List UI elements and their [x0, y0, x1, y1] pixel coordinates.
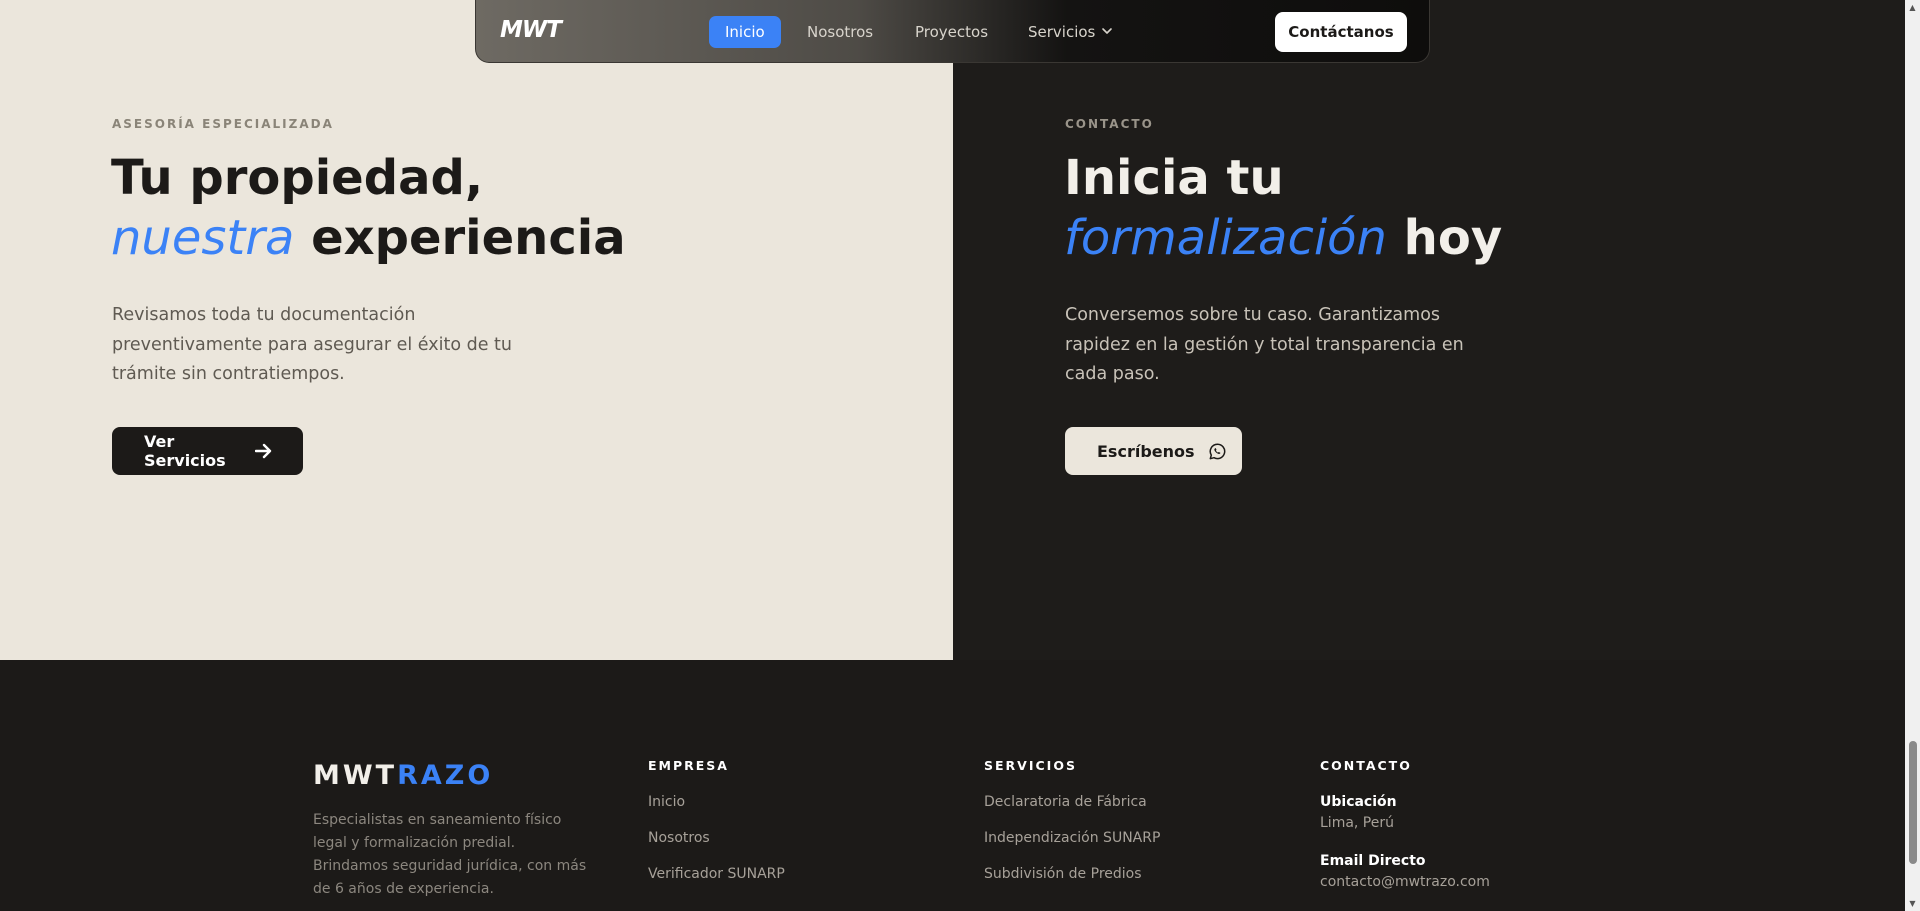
brand-logo[interactable]: MWT [500, 17, 562, 43]
whatsapp-icon [1209, 442, 1226, 460]
view-services-button[interactable]: Ver Servicios [112, 427, 303, 475]
arrow-right-icon [255, 443, 273, 459]
services-eyebrow: ASESORÍA ESPECIALIZADA [112, 117, 334, 131]
scroll-down-icon[interactable]: ▼ [1905, 896, 1920, 911]
view-services-label: Ver Servicios [144, 432, 226, 470]
nav-link-proyectos[interactable]: Proyectos [915, 16, 988, 48]
services-description: Revisamos toda tu documentación preventi… [112, 305, 512, 384]
footer-contacto-title: CONTACTO [1320, 758, 1412, 773]
contact-us-button[interactable]: Contáctanos [1275, 12, 1407, 52]
footer-empresa-column: EMPRESA Inicio Nosotros Verificador SUNA… [648, 758, 785, 902]
nav-link-servicios-label: Servicios [1028, 23, 1096, 41]
footer-link-declaratoria[interactable]: Declaratoria de Fábrica [984, 794, 1160, 830]
footer-description: Especialistas en saneamiento físico lega… [313, 812, 587, 897]
write-us-button[interactable]: Escríbenos [1065, 427, 1242, 475]
footer-link-nosotros[interactable]: Nosotros [648, 830, 785, 866]
scrollbar-thumb[interactable] [1909, 741, 1917, 864]
services-headline-line2: nuestra experiencia [111, 208, 626, 268]
services-headline: Tu propiedad, nuestra experiencia [111, 148, 626, 268]
services-headline-accent: nuestra [111, 210, 295, 266]
footer-link-verificador[interactable]: Verificador SUNARP [648, 866, 785, 902]
scroll-up-icon[interactable]: ▲ [1905, 0, 1920, 15]
write-us-label: Escríbenos [1097, 441, 1195, 461]
nav-link-nosotros[interactable]: Nosotros [807, 16, 873, 48]
footer-location-label: Ubicación [1320, 794, 1397, 810]
footer-contacto-column: CONTACTO Ubicación Lima, Perú Email Dire… [1320, 758, 1490, 911]
footer-email-label: Email Directo [1320, 853, 1426, 869]
contact-headline-line1: Inicia tu [1064, 150, 1284, 206]
contact-panel: CONTACTO Inicia tu formalización hoy Con… [953, 0, 1905, 660]
nav-link-servicios[interactable]: Servicios [1028, 16, 1113, 48]
services-panel: ASESORÍA ESPECIALIZADA Tu propiedad, nue… [0, 0, 953, 660]
services-headline-line1: Tu propiedad, [111, 150, 484, 206]
footer-servicios-title: SERVICIOS [984, 758, 1077, 773]
top-navbar: MWT Inicio Nosotros Proyectos Servicios … [475, 0, 1430, 63]
contact-headline-accent: formalización [1064, 210, 1387, 266]
page-scrollbar[interactable]: ▲ ▼ [1905, 0, 1920, 911]
footer-empresa-title: EMPRESA [648, 758, 729, 773]
chevron-down-icon [1101, 23, 1113, 41]
footer-link-subdivision[interactable]: Subdivisión de Predios [984, 866, 1160, 902]
footer-link-independizacion[interactable]: Independización SUNARP [984, 830, 1160, 866]
services-headline-rest: experiencia [294, 210, 626, 266]
contact-headline: Inicia tu formalización hoy [1064, 148, 1502, 268]
contact-description: Conversemos sobre tu caso. Garantizamos … [1065, 305, 1464, 384]
footer-location-value: Lima, Perú [1320, 815, 1394, 831]
contact-headline-line2: formalización hoy [1064, 208, 1502, 268]
footer-link-inicio[interactable]: Inicio [648, 794, 785, 830]
hero-section: ASESORÍA ESPECIALIZADA Tu propiedad, nue… [0, 0, 1905, 660]
footer-logo-razo: RAZO [397, 760, 494, 791]
nav-link-inicio[interactable]: Inicio [709, 16, 781, 48]
footer-logo-mwt: MWT [313, 760, 398, 791]
footer-servicios-column: SERVICIOS Declaratoria de Fábrica Indepe… [984, 758, 1160, 902]
footer-logo[interactable]: MWTRAZO [313, 760, 493, 791]
contact-headline-rest: hoy [1386, 210, 1503, 266]
site-footer: MWTRAZO Especialistas en saneamiento fís… [0, 660, 1905, 911]
footer-email-link[interactable]: contacto@mwtrazo.com [1320, 874, 1490, 890]
contact-eyebrow: CONTACTO [1065, 117, 1154, 131]
